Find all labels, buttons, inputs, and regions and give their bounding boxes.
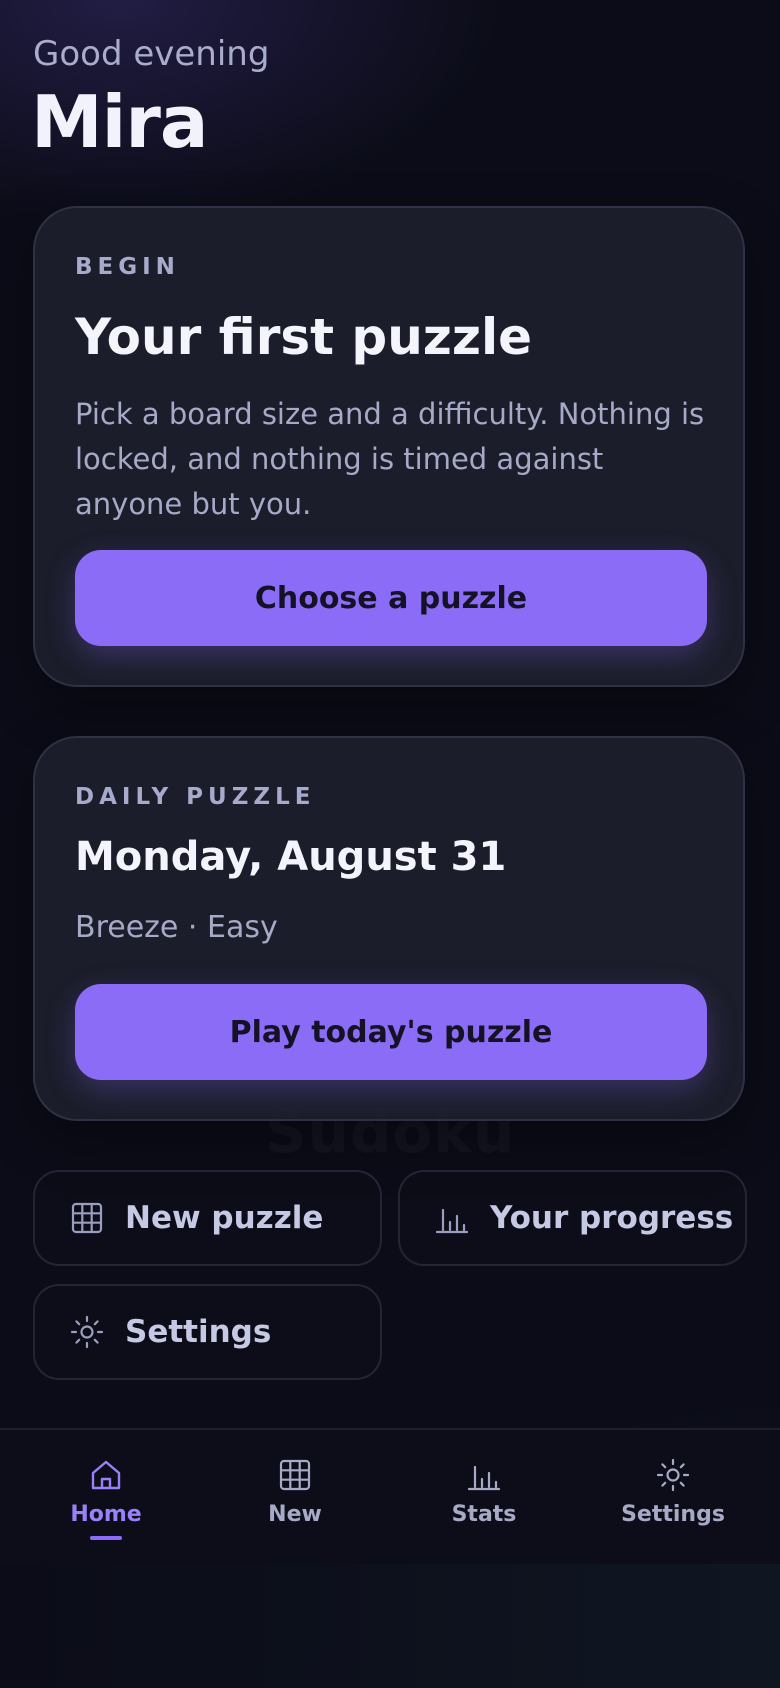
bar-chart-icon — [434, 1200, 470, 1236]
grid-icon — [69, 1200, 105, 1236]
new-puzzle-label: New puzzle — [125, 1200, 324, 1236]
nav-item-home[interactable]: Home — [11, 1430, 201, 1564]
grid-icon — [277, 1457, 313, 1493]
card-description: Pick a board size and a difficulty. Noth… — [75, 397, 705, 521]
home-icon — [88, 1457, 124, 1493]
bottom-navigation: Home New Stats Settings — [0, 1428, 780, 1564]
active-tab-indicator — [90, 1536, 122, 1540]
card-eyebrow: DAILY PUZZLE — [75, 784, 316, 810]
nav-label-new: New — [268, 1502, 322, 1527]
card-eyebrow: BEGIN — [75, 254, 180, 280]
daily-puzzle-card: DAILY PUZZLE Monday, August 31 Breeze · … — [33, 736, 745, 1121]
greeting-text: Good evening — [33, 34, 270, 74]
card-title: Your first puzzle — [75, 308, 533, 366]
daily-date: Monday, August 31 — [75, 834, 507, 880]
first-puzzle-card: BEGIN Your first puzzle Pick a board siz… — [33, 206, 745, 687]
settings-tile[interactable]: Settings — [33, 1284, 382, 1380]
choose-puzzle-button[interactable]: Choose a puzzle — [75, 550, 707, 646]
bottom-safe-area — [0, 1563, 780, 1688]
bar-chart-icon — [466, 1457, 502, 1493]
your-progress-tile[interactable]: Your progress — [398, 1170, 747, 1266]
nav-item-settings[interactable]: Settings — [578, 1430, 768, 1564]
sun-gear-icon — [655, 1457, 691, 1493]
new-puzzle-tile[interactable]: New puzzle — [33, 1170, 382, 1266]
nav-label-stats: Stats — [451, 1502, 517, 1527]
nav-label-home: Home — [70, 1502, 142, 1527]
user-name-heading: Mira — [31, 80, 208, 164]
settings-label: Settings — [125, 1314, 272, 1350]
sun-gear-icon — [69, 1314, 105, 1350]
nav-item-new[interactable]: New — [200, 1430, 390, 1564]
daily-difficulty: Breeze · Easy — [75, 910, 278, 945]
play-today-button[interactable]: Play today's puzzle — [75, 984, 707, 1080]
nav-label-settings: Settings — [621, 1502, 725, 1527]
nav-item-stats[interactable]: Stats — [389, 1430, 579, 1564]
your-progress-label: Your progress — [490, 1200, 734, 1236]
